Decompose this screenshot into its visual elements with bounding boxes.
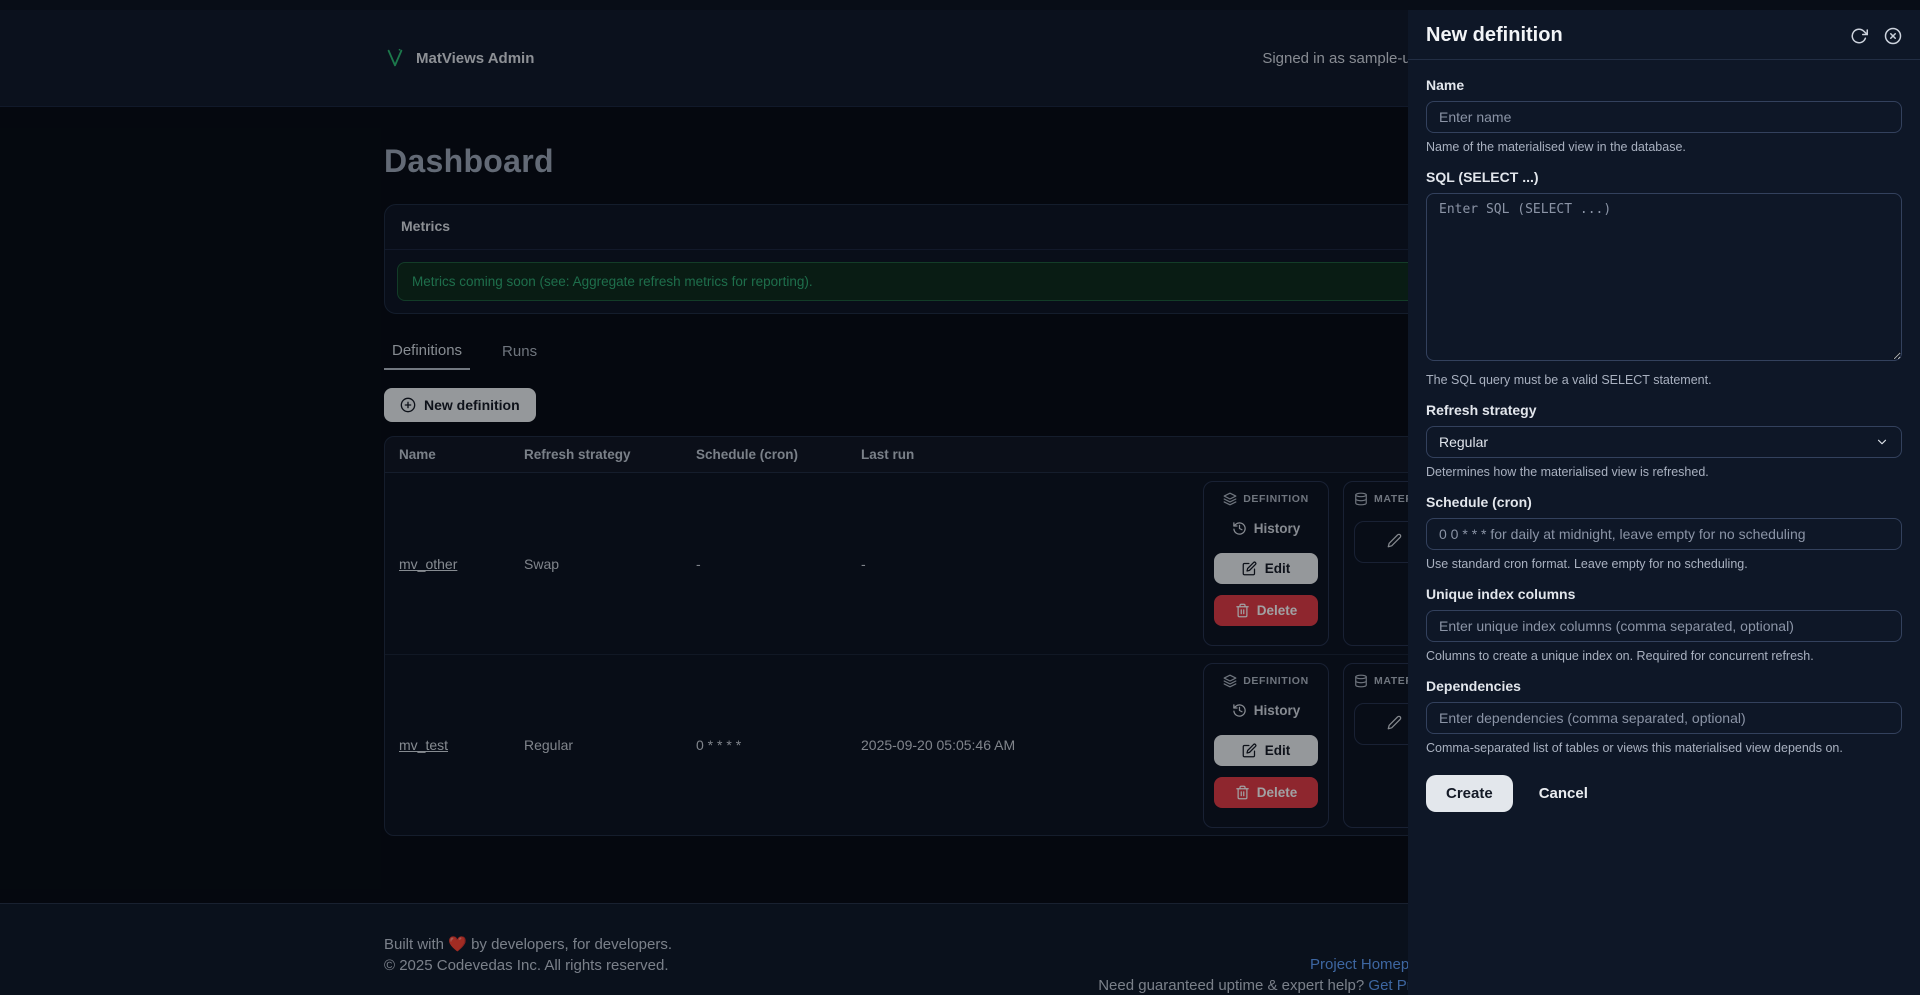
unique-index-input[interactable] xyxy=(1426,610,1902,642)
unique-index-label: Unique index columns xyxy=(1426,586,1576,602)
dependencies-label: Dependencies xyxy=(1426,678,1521,694)
schedule-input[interactable] xyxy=(1426,518,1902,550)
chevron-down-icon xyxy=(1877,439,1887,445)
new-definition-drawer: New definition Name Name of the material… xyxy=(1408,10,1920,995)
refresh-strategy-label: Refresh strategy xyxy=(1426,402,1537,418)
drawer-buttons: Create Cancel xyxy=(1426,775,1902,812)
refresh-strategy-help: Determines how the materialised view is … xyxy=(1426,465,1709,479)
drawer-form: Name Name of the materialised view in th… xyxy=(1408,60,1920,812)
drawer-header: New definition xyxy=(1408,10,1920,60)
dependencies-input[interactable] xyxy=(1426,702,1902,734)
name-help: Name of the materialised view in the dat… xyxy=(1426,140,1686,154)
create-button[interactable]: Create xyxy=(1426,775,1513,812)
sql-label: SQL (SELECT ...) xyxy=(1426,169,1539,185)
close-button[interactable] xyxy=(1884,27,1902,45)
sql-help: The SQL query must be a valid SELECT sta… xyxy=(1426,373,1712,387)
unique-index-help: Columns to create a unique index on. Req… xyxy=(1426,649,1814,663)
name-input[interactable] xyxy=(1426,101,1902,133)
refresh-strategy-select[interactable]: Regular xyxy=(1426,426,1902,458)
drawer-title: New definition xyxy=(1426,24,1563,46)
cancel-button[interactable]: Cancel xyxy=(1539,785,1588,802)
schedule-help: Use standard cron format. Leave empty fo… xyxy=(1426,557,1748,571)
close-icon xyxy=(1884,27,1902,44)
dependencies-help: Comma-separated list of tables or views … xyxy=(1426,741,1843,755)
refresh-button[interactable] xyxy=(1850,27,1868,45)
sql-textarea[interactable] xyxy=(1426,193,1902,361)
refresh-strategy-value: Regular xyxy=(1439,434,1489,450)
refresh-icon xyxy=(1851,28,1868,43)
schedule-label: Schedule (cron) xyxy=(1426,494,1532,510)
name-label: Name xyxy=(1426,77,1465,93)
